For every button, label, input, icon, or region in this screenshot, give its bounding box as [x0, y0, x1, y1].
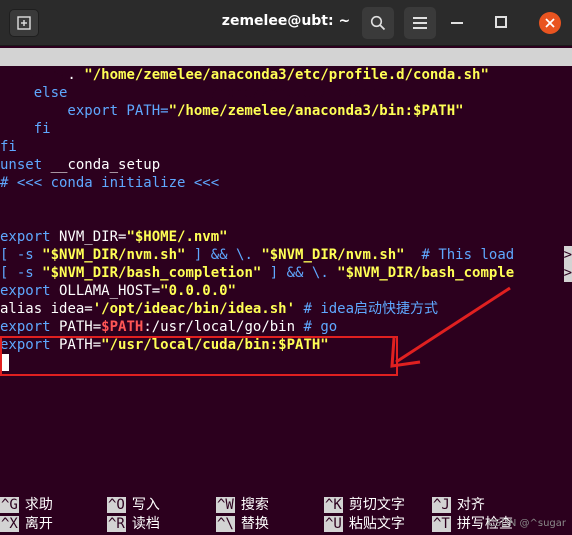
code-token: # go	[303, 319, 338, 335]
shortcut-item[interactable]: ^J 对齐	[432, 496, 485, 515]
search-icon	[370, 15, 386, 31]
annotation-arrow-icon	[390, 286, 511, 368]
code-token: idea=	[42, 301, 93, 317]
shortcut-key: ^W	[216, 497, 235, 513]
nano-header: GNU nano 4.8 /home/zemelee/.bashrc	[0, 48, 572, 101]
shortcut-label: 求助	[24, 497, 53, 513]
code-token: [ -s	[0, 247, 43, 263]
shortcut-key: ^K	[324, 497, 343, 513]
search-button[interactable]	[362, 7, 394, 39]
shortcut-key: ^J	[432, 497, 451, 513]
code-token: "$HOME/.nvm"	[126, 229, 228, 245]
code-token: $PATH	[101, 319, 144, 335]
shortcut-label: 替换	[240, 516, 269, 532]
shortcut-key: ^\	[216, 516, 235, 532]
editor-line: fi	[0, 138, 572, 156]
code-token: "$NVM_DIR/nvm.sh"	[42, 247, 186, 263]
code-token: [ -s	[0, 265, 43, 281]
editor-line: # <<< conda initialize <<<	[0, 174, 572, 192]
shortcut-item[interactable]: ^O 写入	[107, 496, 160, 515]
editor-line: export NVM_DIR="$HOME/.nvm"	[0, 228, 572, 246]
watermark: CSDN @^sugar	[487, 518, 566, 529]
code-token: fi	[0, 121, 51, 137]
shortcut-item[interactable]: ^U 粘贴文字	[324, 515, 405, 534]
code-token: export	[0, 319, 51, 335]
shortcut-label: 剪切文字	[348, 497, 405, 513]
code-token: ] && \.	[185, 247, 262, 263]
editor-line: else	[0, 84, 572, 102]
code-token: alias	[0, 301, 43, 317]
title-bar: zemelee@ubt: ~	[0, 0, 572, 46]
code-token: "$NVM_DIR/bash_completion"	[42, 265, 262, 281]
code-token: export PATH=	[0, 103, 169, 119]
shortcut-item[interactable]: ^W 搜索	[216, 496, 269, 515]
shortcut-bar: ^G 求助 ^X 离开 ^O 写入 ^R 读档 ^W 搜索 ^\ 替换 ^K 剪切文字 ^U 粘贴文字 ^J 对齐…	[0, 496, 572, 535]
shortcut-label: 读档	[131, 516, 160, 532]
shortcut-key: ^R	[107, 516, 126, 532]
hamburger-icon	[413, 17, 427, 29]
code-token: unset	[0, 157, 43, 173]
shortcut-key: ^T	[432, 516, 451, 532]
code-token: :/usr/local/go/bin	[143, 319, 304, 335]
close-icon	[545, 18, 555, 28]
shortcut-item[interactable]: ^K 剪切文字	[324, 496, 405, 515]
maximize-button[interactable]	[495, 16, 507, 28]
minimize-button[interactable]	[451, 22, 463, 24]
code-token: fi	[0, 139, 17, 155]
code-token: ] && \.	[261, 265, 338, 281]
code-token: PATH=	[50, 319, 102, 335]
code-token: "0.0.0.0"	[160, 283, 237, 299]
code-token: "/home/zemelee/anaconda3/etc/profile.d/c…	[84, 67, 489, 83]
shortcut-item[interactable]: ^X 离开	[0, 515, 53, 534]
code-token: "$NVM_DIR/bash_comple	[337, 265, 515, 281]
line-truncation-marker: >	[563, 264, 572, 282]
code-token: "$NVM_DIR/nvm.sh"	[261, 247, 405, 263]
menu-button[interactable]	[404, 7, 436, 39]
shortcut-item[interactable]: ^\ 替换	[216, 515, 269, 534]
shortcut-label: 离开	[24, 516, 53, 532]
code-token: OLLAMA_HOST=	[50, 283, 161, 299]
shortcut-key: ^G	[0, 497, 19, 513]
annotation-highlight-box	[0, 336, 398, 376]
editor-line: fi	[0, 120, 572, 138]
close-button[interactable]	[539, 12, 561, 34]
window-title: zemelee@ubt: ~	[221, 13, 351, 29]
shortcut-label: 对齐	[456, 497, 485, 513]
shortcut-key: ^X	[0, 516, 19, 532]
code-token: export	[0, 229, 51, 245]
code-token: else	[0, 85, 68, 101]
shortcut-item[interactable]: ^G 求助	[0, 496, 53, 515]
code-token: export	[0, 283, 51, 299]
shortcut-key: ^O	[107, 497, 126, 513]
code-token: "/home/zemelee/anaconda3/bin:$PATH"	[168, 103, 464, 119]
shortcut-item[interactable]: ^R 读档	[107, 515, 160, 534]
line-truncation-marker: >	[563, 246, 572, 264]
shortcut-label: 搜索	[240, 497, 269, 513]
code-token: # <<< conda initialize <<<	[0, 175, 220, 191]
editor-line: [ -s "$NVM_DIR/nvm.sh" ] && \. "$NVM_DIR…	[0, 246, 572, 264]
editor-line: export PATH="/home/zemelee/anaconda3/bin…	[0, 102, 572, 120]
code-token: # This load	[404, 247, 515, 263]
shortcut-label: 粘贴文字	[348, 516, 405, 532]
code-token: '/opt/ideac/bin/idea.sh'	[92, 301, 296, 317]
editor-line: unset __conda_setup	[0, 156, 572, 174]
code-token: NVM_DIR=	[50, 229, 127, 245]
code-token: .	[0, 67, 85, 83]
shortcut-key: ^U	[324, 516, 343, 532]
editor-line: . "/home/zemelee/anaconda3/etc/profile.d…	[0, 66, 572, 84]
code-token: __conda_setup	[42, 157, 161, 173]
shortcut-label: 写入	[131, 497, 160, 513]
